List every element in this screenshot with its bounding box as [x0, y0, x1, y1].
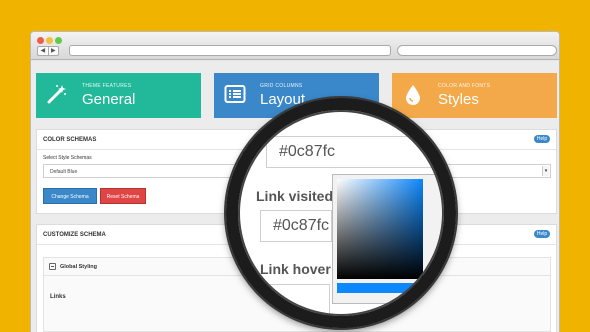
back-arrow-icon[interactable]: ◀: [38, 47, 48, 55]
chevron-down-icon: ▾: [542, 166, 549, 176]
paint-drop-icon: [406, 85, 420, 105]
close-window-button[interactable]: [37, 37, 44, 44]
change-schema-button[interactable]: Change Schema: [43, 188, 97, 204]
magic-wand-icon: [47, 85, 66, 104]
links-label: Links: [50, 294, 66, 300]
panel-title: COLOR SCHEMAS: [43, 137, 97, 143]
tile-styles-title: Styles: [438, 91, 479, 108]
tile-general-caption: Theme Features: [82, 83, 132, 89]
address-bar[interactable]: [69, 45, 391, 56]
browser-search-bar[interactable]: [397, 45, 557, 56]
help-button[interactable]: Help: [534, 135, 550, 143]
tile-styles[interactable]: Color and Fonts Styles: [392, 73, 557, 118]
color-gradient-area[interactable]: [337, 179, 423, 279]
link-hover-input[interactable]: [258, 284, 330, 316]
panel-title: CUSTOMIZE SCHEMA: [43, 232, 106, 238]
link-color-input[interactable]: #0c87fc: [266, 136, 436, 168]
tile-layout-title: Layout: [260, 91, 306, 108]
list-layout-icon: [224, 85, 246, 103]
reset-schema-button[interactable]: Reset Schema: [100, 188, 146, 204]
hue-slider[interactable]: [337, 283, 423, 293]
link-visited-label: Link visited: [256, 188, 334, 204]
forward-arrow-icon[interactable]: ▶: [47, 47, 59, 55]
collapse-icon[interactable]: [49, 263, 56, 270]
maximize-window-button[interactable]: [55, 37, 62, 44]
minimize-window-button[interactable]: [46, 37, 53, 44]
link-visited-input[interactable]: #0c87fc: [260, 210, 332, 242]
help-button[interactable]: Help: [534, 230, 550, 238]
tile-general[interactable]: Theme Features General: [36, 73, 201, 118]
tile-general-title: General: [82, 91, 136, 108]
tile-styles-caption: Color and Fonts: [438, 83, 491, 89]
browser-titlebar: ◀ ▶: [31, 32, 559, 60]
color-picker[interactable]: [332, 174, 446, 304]
tile-layout-caption: Grid Columns: [260, 83, 303, 89]
magnifier-lens: #0c87fc Link visited #0c87fc Link hover: [236, 108, 446, 318]
global-styling-title: Global Styling: [60, 264, 97, 270]
link-hover-label: Link hover: [260, 261, 331, 277]
select-schema-label: Select Style Schemas: [43, 155, 92, 161]
schema-select-value: Default Blue: [50, 169, 78, 175]
nav-buttons: ◀ ▶: [37, 46, 59, 56]
